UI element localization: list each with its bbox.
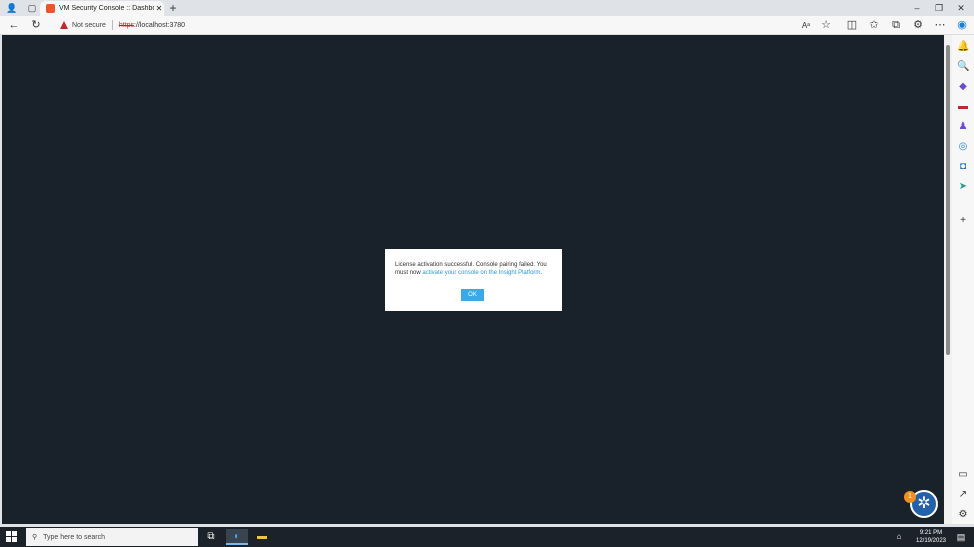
scrollbar-thumb[interactable] bbox=[946, 45, 950, 355]
tools-icon[interactable]: ▬ bbox=[957, 101, 969, 113]
drop-icon[interactable]: ➤ bbox=[957, 181, 969, 193]
file-explorer-icon[interactable]: ▬ bbox=[251, 529, 273, 545]
taskbar-clock[interactable]: 9:21 PM 12/19/2023 bbox=[913, 529, 949, 545]
read-aloud-icon[interactable]: Aᵃ bbox=[798, 18, 814, 33]
games-icon[interactable]: ♟ bbox=[957, 121, 969, 133]
notification-center-icon[interactable]: ▤ bbox=[950, 529, 972, 545]
url-scheme: https bbox=[118, 21, 135, 29]
license-dialog: License activation successful. Console p… bbox=[385, 249, 562, 311]
url-host: ://localhost:3780 bbox=[134, 21, 186, 29]
split-screen-icon[interactable]: ◫ bbox=[844, 18, 860, 33]
windows-start-icon[interactable] bbox=[6, 531, 18, 543]
address-divider bbox=[111, 20, 113, 30]
extensions-icon[interactable]: ⚙ bbox=[910, 18, 926, 33]
tab-title: VM Security Console :: Dashboard bbox=[59, 5, 154, 12]
dialog-message-end: . bbox=[540, 270, 543, 276]
maximize-button[interactable]: ❐ bbox=[933, 2, 945, 14]
external-link-icon[interactable]: ↗ bbox=[957, 489, 969, 501]
shopping-icon[interactable]: ◆ bbox=[957, 81, 969, 93]
navigation-bar: ← ↻ Not secure https ://localhost:3780 A… bbox=[0, 16, 974, 35]
clock-date: 12/19/2023 bbox=[915, 538, 947, 544]
tab-close-icon[interactable]: ✕ bbox=[154, 4, 164, 13]
edge-sidebar: 🔔 🔍 ◆ ▬ ♟ ◎ ◘ ➤ + ▭ ↗ ⚙ bbox=[952, 35, 974, 524]
warning-icon bbox=[60, 21, 68, 29]
profile-icon[interactable]: 👤 bbox=[6, 2, 18, 14]
back-icon[interactable]: ← bbox=[6, 18, 22, 33]
site-favicon-icon bbox=[46, 4, 55, 13]
tab-actions-icon[interactable]: ▢ bbox=[26, 2, 38, 14]
refresh-icon[interactable]: ↻ bbox=[28, 18, 44, 33]
title-bar: 👤 ▢ VM Security Console :: Dashboard ✕ +… bbox=[0, 0, 974, 16]
add-sidebar-app-icon[interactable]: + bbox=[957, 215, 969, 227]
address-bar[interactable]: Not secure https ://localhost:3780 bbox=[56, 17, 836, 33]
system-tray-network-icon[interactable]: ⌂ bbox=[888, 529, 910, 545]
security-label[interactable]: Not secure bbox=[72, 22, 106, 29]
office-icon[interactable]: ◎ bbox=[957, 141, 969, 153]
search-icon[interactable]: 🔍 bbox=[957, 61, 969, 73]
collections-icon[interactable]: ⧉ bbox=[888, 18, 904, 33]
edge-taskbar-icon[interactable]: ◐ bbox=[226, 529, 248, 545]
minimize-button[interactable]: – bbox=[911, 2, 923, 14]
taskbar-search[interactable]: ⚲ Type here to search bbox=[26, 528, 198, 546]
favorite-star-icon[interactable]: ☆ bbox=[818, 18, 834, 33]
favorites-icon[interactable]: ✩ bbox=[866, 18, 882, 33]
sidebar-layout-icon[interactable]: ▭ bbox=[957, 469, 969, 481]
dialog-message: License activation successful. Console p… bbox=[395, 261, 555, 277]
help-assistant-icon: ✲ bbox=[917, 495, 931, 512]
more-menu-icon[interactable]: ⋯ bbox=[932, 18, 948, 33]
activate-console-link[interactable]: activate your console on the Insight Pla… bbox=[422, 270, 540, 276]
taskbar-search-placeholder: Type here to search bbox=[43, 533, 106, 541]
close-window-button[interactable]: ✕ bbox=[955, 2, 967, 14]
taskbar: ⚲ Type here to search ⧉ ◐ ▬ ⌂ 9:21 PM 12… bbox=[0, 527, 974, 547]
clock-time: 9:21 PM bbox=[919, 530, 943, 536]
new-tab-button[interactable]: + bbox=[167, 2, 179, 14]
sidebar-settings-icon[interactable]: ⚙ bbox=[957, 509, 969, 521]
copilot-icon[interactable]: ◉ bbox=[954, 18, 970, 33]
search-glass-icon: ⚲ bbox=[32, 534, 38, 541]
vertical-scrollbar[interactable] bbox=[944, 35, 952, 524]
ok-button[interactable]: OK bbox=[461, 289, 484, 301]
help-notification-badge: 1 bbox=[904, 491, 916, 503]
task-view-icon[interactable]: ⧉ bbox=[200, 529, 222, 545]
tab-active[interactable]: VM Security Console :: Dashboard ✕ bbox=[40, 1, 164, 16]
outlook-icon[interactable]: ◘ bbox=[957, 161, 969, 173]
notifications-icon[interactable]: 🔔 bbox=[957, 41, 969, 53]
